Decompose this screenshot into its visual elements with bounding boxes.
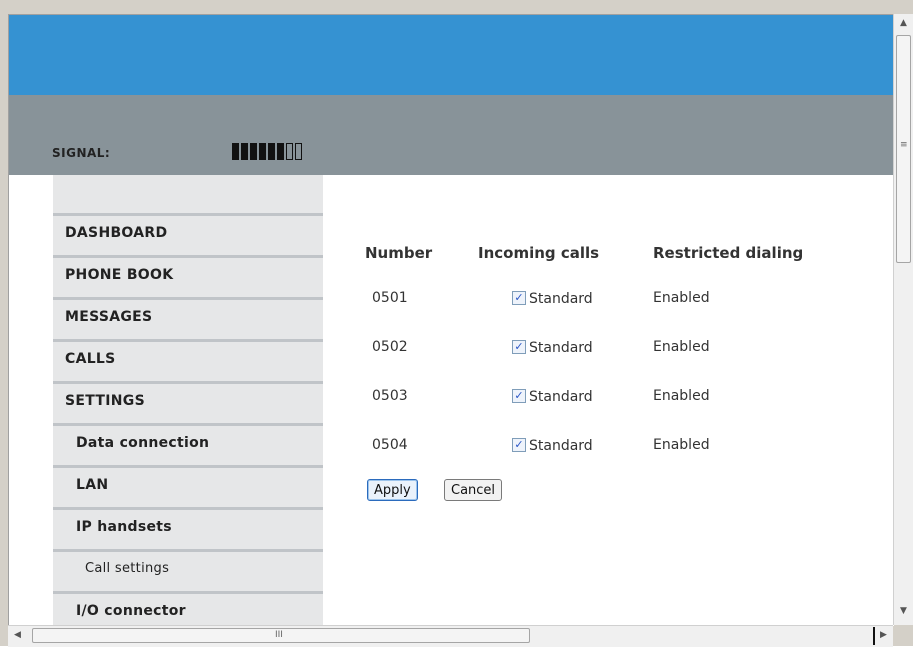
restricted-dialing-value: Enabled xyxy=(653,290,710,306)
sidebar-item-data-connection[interactable]: Data connection xyxy=(53,423,323,462)
row-number: 0501 xyxy=(372,290,408,306)
sidebar-item-messages[interactable]: MESSAGES xyxy=(53,297,323,336)
column-header-incoming-calls: Incoming calls xyxy=(478,244,600,262)
handset-table: Number Incoming calls Restricted dialing… xyxy=(323,175,894,626)
horizontal-scrollbar[interactable]: ◀ III ▶ xyxy=(8,625,893,647)
row-number: 0504 xyxy=(372,437,408,453)
sidebar-nav: DASHBOARD PHONE BOOK MESSAGES CALLS SETT… xyxy=(53,175,323,626)
sidebar-item-calls[interactable]: CALLS xyxy=(53,339,323,378)
incoming-calls-checkbox[interactable]: ✓ xyxy=(512,389,526,403)
restricted-dialing-value: Enabled xyxy=(653,339,710,355)
signal-segment xyxy=(241,143,248,160)
content-area: DASHBOARD PHONE BOOK MESSAGES CALLS SETT… xyxy=(9,175,894,626)
scroll-right-arrow-icon[interactable]: ▶ xyxy=(880,630,887,640)
sidebar-item-phone-book[interactable]: PHONE BOOK xyxy=(53,255,323,294)
sidebar-item-dashboard[interactable]: DASHBOARD xyxy=(53,213,323,252)
restricted-dialing-value: Enabled xyxy=(653,388,710,404)
sidebar-item-ip-handsets[interactable]: IP handsets xyxy=(53,507,323,546)
column-header-restricted-dialing: Restricted dialing xyxy=(653,244,804,262)
sidebar-item-settings[interactable]: SETTINGS xyxy=(53,381,323,420)
signal-segment xyxy=(277,143,284,160)
signal-segment-empty xyxy=(286,143,293,160)
incoming-calls-label: Standard xyxy=(529,438,593,454)
signal-segment xyxy=(250,143,257,160)
vertical-scroll-thumb[interactable]: ≡ xyxy=(896,35,911,263)
incoming-calls-checkbox[interactable]: ✓ xyxy=(512,340,526,354)
signal-label: SIGNAL: xyxy=(52,146,111,160)
incoming-calls-label: Standard xyxy=(529,389,593,405)
incoming-calls-checkbox[interactable]: ✓ xyxy=(512,438,526,452)
signal-strength-icon xyxy=(232,143,302,160)
sidebar-item-lan[interactable]: LAN xyxy=(53,465,323,504)
browser-frame: SIGNAL: DASHBOARD PHONE BOOK MESSAGES CA… xyxy=(0,0,913,647)
row-number: 0502 xyxy=(372,339,408,355)
scroll-down-arrow-icon[interactable]: ▼ xyxy=(900,606,907,616)
column-header-number: Number xyxy=(365,244,433,262)
incoming-calls-label: Standard xyxy=(529,340,593,356)
page-viewport: SIGNAL: DASHBOARD PHONE BOOK MESSAGES CA… xyxy=(8,14,894,626)
row-number: 0503 xyxy=(372,388,408,404)
horizontal-scroll-thumb[interactable]: III xyxy=(32,628,530,643)
header-banner xyxy=(9,15,894,95)
sidebar-item-call-settings[interactable]: Call settings xyxy=(53,549,323,588)
signal-segment xyxy=(268,143,275,160)
incoming-calls-checkbox[interactable]: ✓ xyxy=(512,291,526,305)
cancel-button[interactable]: Cancel xyxy=(444,479,503,501)
sidebar-item-io-connector[interactable]: I/O connector xyxy=(53,591,323,626)
signal-segment xyxy=(232,143,239,160)
text-cursor xyxy=(873,627,875,645)
restricted-dialing-value: Enabled xyxy=(653,437,710,453)
scroll-grip-icon: ≡ xyxy=(900,140,908,150)
vertical-scrollbar[interactable]: ▲ ≡ ▼ xyxy=(893,14,913,625)
apply-button[interactable]: Apply xyxy=(367,479,418,501)
signal-segment-empty xyxy=(295,143,302,160)
scroll-grip-icon: III xyxy=(275,630,283,640)
incoming-calls-label: Standard xyxy=(529,291,593,307)
signal-bar: SIGNAL: xyxy=(9,95,894,175)
scroll-up-arrow-icon[interactable]: ▲ xyxy=(900,18,907,28)
scroll-left-arrow-icon[interactable]: ◀ xyxy=(14,630,21,640)
signal-segment xyxy=(259,143,266,160)
